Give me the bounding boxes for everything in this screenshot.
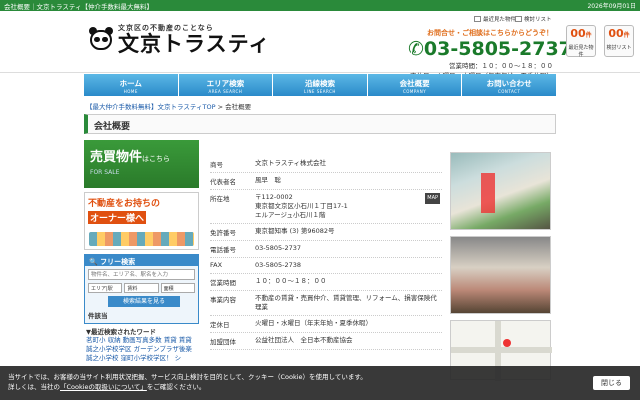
area-station-select[interactable]: エリア|駅 <box>88 283 123 293</box>
free-search-title: 🔍 フリー検索 <box>85 255 198 266</box>
recent-viewed-link[interactable]: 最近見た物件 <box>474 15 516 23</box>
phone-number[interactable]: ✆03-5805-2737 <box>408 38 572 60</box>
panda-logo-icon <box>88 26 114 52</box>
page-title: 会社概要 <box>84 114 556 134</box>
nav-contact[interactable]: お問い合わせ CONTACT <box>462 74 556 96</box>
search-input[interactable] <box>88 269 195 280</box>
rent-select[interactable]: 賃料 <box>124 283 159 293</box>
houses-illustration-icon <box>89 232 194 246</box>
nav-line-search[interactable]: 沿線検索 LINE SEARCH <box>273 74 368 96</box>
table-row: 商号 文京トラスティ株式会社 <box>210 156 442 173</box>
top-bar: 会社概要｜文京トラスティ【仲介手数料最大無料】 2026年09月01日 <box>0 0 640 11</box>
map-button[interactable]: MAP <box>425 193 440 204</box>
cookie-close-button[interactable]: 閉じる <box>593 376 630 390</box>
table-row: 定休日 火曜日・水曜日（年末年始・夏季休暇） <box>210 316 442 333</box>
sidebar: 売買物件はこちら FOR SALE 不動産をお持ちの オーナー様へ 🔍 フリー検… <box>84 140 199 363</box>
nav-area-search[interactable]: エリア検索 AREA SEARCH <box>178 74 274 96</box>
map-pin-icon <box>503 339 511 347</box>
site-header: 文京区の不動産のことなら 文京トラスティ 最近見た物件 検討リスト お問合せ・ご… <box>0 11 640 80</box>
table-row: 加盟団体 公益社団法人 全日本不動産協会 <box>210 333 442 350</box>
breadcrumb: 【最大仲介手数料無料】文京トラスティTOP > 会社概要 <box>86 103 252 111</box>
recent-viewed-counter[interactable]: 00件 最近見た物件 <box>566 25 596 58</box>
cookie-banner: 当サイトでは、お客様の当サイト利用状況把握、サービス向上検討を目的として、クッキ… <box>0 366 640 400</box>
contact-lead: お問合せ・ご相談はこちらからどうぞ！ <box>427 29 553 37</box>
free-search-panel: 🔍 フリー検索 エリア|駅 賃料 面積 検索結果を見る 件該当 <box>84 254 199 324</box>
cookie-policy-link[interactable]: 「Cookieの取扱いについて」 <box>60 383 147 391</box>
table-row: FAX 03-5805-2738 <box>210 258 442 274</box>
logo-name: 文京トラスティ <box>118 32 271 56</box>
nav-home[interactable]: ホーム HOME <box>84 74 179 96</box>
storefront-photo <box>450 152 551 230</box>
table-row: 免許番号 東京都知事 (3) 第96082号 <box>210 224 442 241</box>
breadcrumb-home-link[interactable]: 【最大仲介手数料無料】文京トラスティTOP <box>86 103 216 111</box>
current-date: 2026年09月01日 <box>587 3 636 10</box>
table-row: 事業内容 不動産の賃貸・売買仲介、賃貸管理、リフォーム、損害保険代理業 <box>210 291 442 316</box>
search-results-button[interactable]: 検索結果を見る <box>108 296 180 307</box>
for-sale-banner[interactable]: 売買物件はこちら FOR SALE <box>84 140 199 188</box>
table-row: 所在地 〒112-0002 東京都文京区小石川１丁目17-1 エルアージュ小石川… <box>210 190 442 224</box>
table-row: 営業時間 １０：００～１８：００ <box>210 274 442 291</box>
area-size-select[interactable]: 面積 <box>160 283 195 293</box>
contact-info: お問合せ・ご相談はこちらからどうぞ！ ✆03-5805-2737 営業時間：１０… <box>408 28 572 80</box>
search-icon: 🔍 <box>89 258 98 266</box>
recent-words-links[interactable]: 茗町小 収納 動画写真多数 賃貸 賃貸 誠之小学校学区 ガーデンプラザ後楽 誠之… <box>84 336 199 363</box>
watch-list-link[interactable]: 検討リスト <box>515 15 552 23</box>
owner-banner[interactable]: 不動産をお持ちの オーナー様へ <box>84 192 199 250</box>
nav-company[interactable]: 会社概要 COMPANY <box>367 74 463 96</box>
site-tagline: 会社概要｜文京トラスティ【仲介手数料最大無料】 <box>4 2 153 11</box>
table-row: 代表者名 風早 聡 <box>210 173 442 190</box>
table-row: 電話番号 03-5805-2737 <box>210 241 442 258</box>
office-photos <box>450 152 552 381</box>
match-count: 件該当 <box>88 312 108 320</box>
breadcrumb-current: 会社概要 <box>225 103 252 111</box>
office-interior-photo <box>450 236 551 314</box>
house-icon <box>474 16 481 22</box>
company-table: 商号 文京トラスティ株式会社 代表者名 風早 聡 所在地 〒112-0002 東京都… <box>210 156 442 350</box>
business-hours: 営業時間：１０：００～１８：００ <box>449 62 553 70</box>
global-nav: ホーム HOME エリア検索 AREA SEARCH 沿線検索 LINE SEARCH… <box>84 74 556 96</box>
recent-words-heading: ▼最近検索されたワード <box>86 328 156 336</box>
list-icon <box>515 16 522 22</box>
watch-list-counter[interactable]: 00件 検討リスト <box>604 25 634 57</box>
site-logo[interactable]: 文京区の不動産のことなら 文京トラスティ <box>88 23 270 55</box>
